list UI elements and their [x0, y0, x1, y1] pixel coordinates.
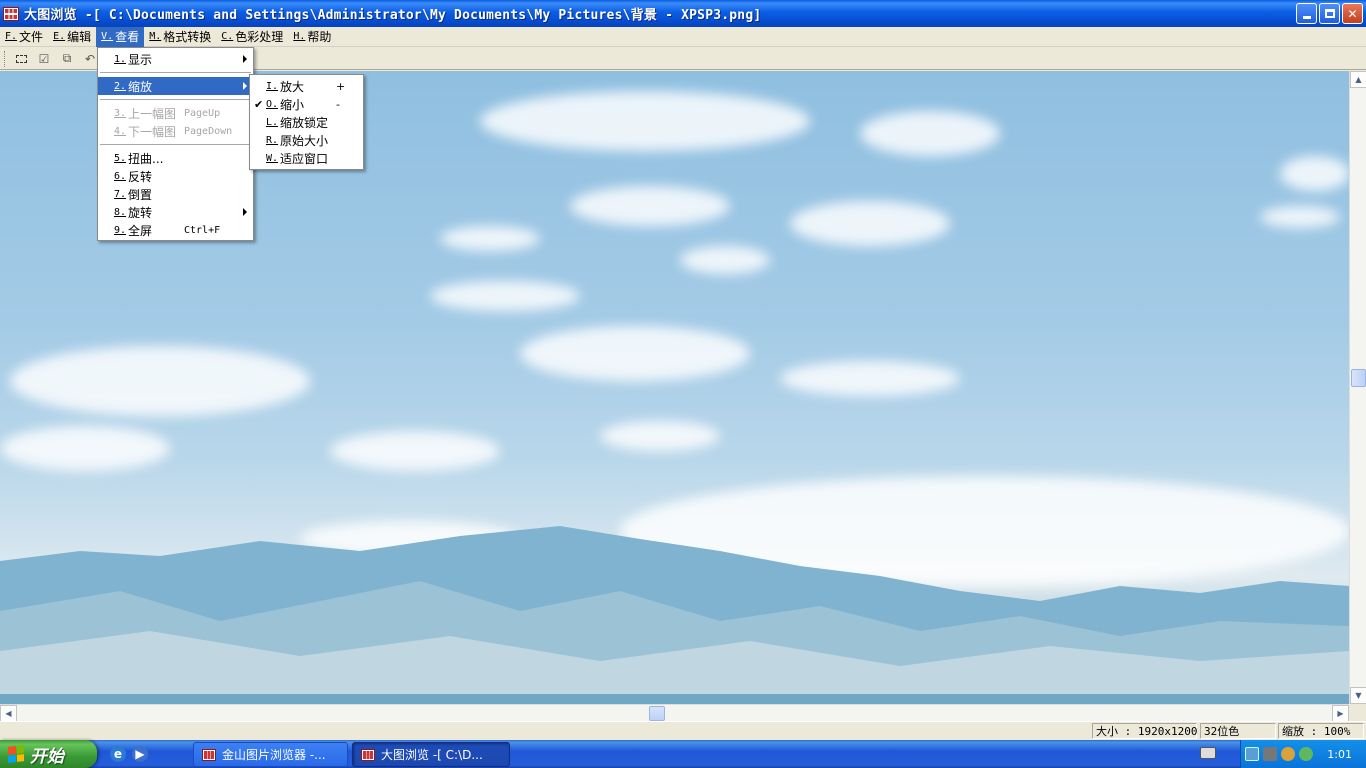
menu-bar: F. 文件 E. 编辑 V. 查看 M. 格式转换 C. 色彩处理 H. 帮助: [0, 26, 1366, 47]
system-tray: 1:01: [1240, 740, 1366, 768]
close-button[interactable]: ✕: [1342, 3, 1363, 24]
media-player-icon[interactable]: ▶: [132, 746, 148, 762]
close-icon: ✕: [1347, 6, 1358, 21]
cloud: [1280, 156, 1349, 191]
horizontal-scrollbar[interactable]: ◀ ▶: [0, 704, 1349, 722]
vertical-scroll-thumb[interactable]: [1351, 369, 1366, 387]
cloud: [600, 421, 720, 451]
minimize-icon: [1302, 16, 1311, 19]
app-icon[interactable]: [3, 6, 19, 21]
cloud: [1260, 206, 1340, 228]
view-menu-display[interactable]: 1. 显示: [98, 50, 253, 68]
scroll-down-button[interactable]: ▼: [1350, 687, 1366, 704]
vmware-icon[interactable]: [1263, 747, 1277, 761]
submenu-arrow-icon: [243, 82, 247, 90]
security-icon[interactable]: [1299, 747, 1313, 761]
cloud: [10, 346, 310, 416]
shoreline: [0, 694, 1349, 704]
submenu-arrow-icon: [243, 208, 247, 216]
status-bar: 大小 : 1920x1200 32位色 缩放 : 100%: [0, 721, 1366, 740]
toolbar-grip[interactable]: [4, 50, 7, 67]
fit-window-item[interactable]: W. 适应窗口: [250, 149, 363, 167]
chevron-up-icon: ▲: [1355, 75, 1362, 84]
cloud: [330, 431, 500, 471]
zoom-submenu: I. 放大 + ✔ O. 缩小 - L. 缩放锁定 R. 原始大小 W. 适应窗口: [249, 74, 364, 170]
view-menu-fullscreen[interactable]: 9. 全屏 Ctrl+F: [98, 221, 253, 239]
menu-separator: [100, 72, 251, 73]
menu-view[interactable]: V. 查看: [96, 26, 145, 47]
zoom-out-item[interactable]: ✔ O. 缩小 -: [250, 95, 363, 113]
menu-separator: [100, 144, 251, 145]
restore-icon: [1324, 9, 1335, 18]
chevron-right-icon: ▶: [1337, 709, 1344, 718]
cloud: [860, 111, 1000, 156]
view-menu-zoom[interactable]: 2. 缩放: [98, 77, 253, 95]
internet-explorer-icon[interactable]: e: [110, 746, 126, 762]
start-button[interactable]: 开始: [0, 740, 97, 768]
cloud: [790, 201, 950, 246]
menu-help[interactable]: H. 帮助: [288, 27, 336, 47]
cloud: [480, 91, 810, 151]
mountain-range: [0, 526, 1349, 696]
view-menu-dropdown: 1. 显示 2. 缩放 3. 上一幅图 PageUp 4. 下一幅图 PageDown 5.…: [97, 47, 254, 241]
copy-icon[interactable]: ⧉: [58, 51, 76, 67]
select-rect-icon[interactable]: [12, 51, 30, 67]
scrollbar-corner: [1349, 704, 1366, 721]
scroll-left-button[interactable]: ◀: [0, 705, 17, 722]
task-big-image-viewer[interactable]: 大图浏览 -[ C:\D...: [352, 742, 510, 767]
restore-button[interactable]: [1319, 3, 1340, 24]
view-menu-next-image[interactable]: 4. 下一幅图 PageDown: [98, 122, 253, 140]
cloud: [520, 326, 750, 381]
menu-edit[interactable]: E. 编辑: [48, 27, 96, 47]
vertical-scrollbar[interactable]: ▲ ▼: [1349, 71, 1366, 704]
checkmark-icon: ✔: [254, 97, 264, 111]
menu-format-convert[interactable]: M. 格式转换: [144, 27, 216, 47]
network-icon[interactable]: [1245, 747, 1259, 761]
menu-separator: [100, 99, 251, 100]
app-icon: [361, 748, 375, 761]
view-menu-prev-image[interactable]: 3. 上一幅图 PageUp: [98, 104, 253, 122]
cloud: [570, 186, 730, 226]
menu-color-process[interactable]: C. 色彩处理: [216, 27, 288, 47]
menu-file[interactable]: F. 文件: [0, 27, 48, 47]
minimize-button[interactable]: [1296, 3, 1317, 24]
view-menu-distort[interactable]: 5. 扭曲...: [98, 149, 253, 167]
cloud: [680, 246, 770, 274]
original-size-item[interactable]: R. 原始大小: [250, 131, 363, 149]
clock[interactable]: 1:01: [1327, 748, 1352, 761]
status-zoom: 缩放 : 100%: [1278, 723, 1364, 739]
app-icon: [202, 748, 216, 761]
taskbar: 开始 e ▶ 金山图片浏览器 -... 大图浏览 -[ C:\D... 1:01: [0, 740, 1366, 768]
sound-icon[interactable]: [1281, 747, 1295, 761]
cloud: [780, 361, 960, 396]
windows-logo-icon: [8, 745, 24, 763]
zoom-in-item[interactable]: I. 放大 +: [250, 77, 363, 95]
submenu-arrow-icon: [243, 55, 247, 63]
view-menu-rotate[interactable]: 8. 旋转: [98, 203, 253, 221]
chevron-down-icon: ▼: [1355, 691, 1362, 700]
status-image-size: 大小 : 1920x1200: [1092, 723, 1197, 739]
keyboard-icon[interactable]: [1200, 747, 1216, 759]
task-kingsoft-viewer[interactable]: 金山图片浏览器 -...: [193, 742, 348, 767]
title-bar[interactable]: 大图浏览 -[ C:\Documents and Settings\Admini…: [0, 0, 1366, 27]
check-icon[interactable]: ☑: [35, 51, 53, 67]
cloud: [430, 281, 580, 311]
window-controls: ✕: [1296, 3, 1363, 24]
cloud: [0, 426, 170, 471]
window-title: 大图浏览 -[ C:\Documents and Settings\Admini…: [24, 8, 762, 23]
cloud: [440, 226, 540, 251]
scroll-up-button[interactable]: ▲: [1350, 71, 1366, 88]
status-color-depth: 32位色: [1200, 723, 1276, 739]
view-menu-invert[interactable]: 7. 倒置: [98, 185, 253, 203]
chevron-left-icon: ◀: [5, 709, 12, 718]
zoom-lock-item[interactable]: L. 缩放锁定: [250, 113, 363, 131]
view-menu-flip[interactable]: 6. 反转: [98, 167, 253, 185]
scroll-right-button[interactable]: ▶: [1332, 705, 1349, 722]
horizontal-scroll-thumb[interactable]: [649, 706, 665, 721]
